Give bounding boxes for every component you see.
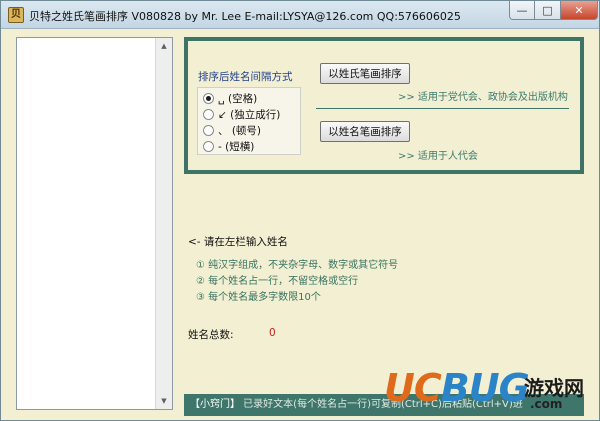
rule-item: ② 每个姓名占一行，不留空格或空行 [196, 276, 359, 287]
watermark-logo: UCBUG 游戏网 .com [384, 366, 596, 418]
watermark-uc: UC [384, 366, 442, 410]
panel-divider [316, 108, 569, 109]
radio-comma[interactable]: 、 (顿号) [203, 123, 261, 137]
radio-unselected-icon[interactable] [203, 140, 214, 152]
radio-dash[interactable]: - (短横) [203, 139, 254, 153]
sort-options-panel: 排序后姓名间隔方式 ␣ (空格) ↙ (独立成行) 、 (顿号) - (短横) … [184, 37, 584, 174]
minimize-button[interactable]: — [509, 1, 535, 20]
radio-space[interactable]: ␣ (空格) [203, 91, 257, 105]
rule-item: ③ 每个姓名最多字数限10个 [196, 292, 321, 303]
tip-tag: 【小窍门】 [190, 399, 240, 410]
input-scrollbar[interactable]: ▲ ▼ [155, 38, 172, 409]
radio-selected-icon[interactable] [203, 92, 214, 104]
app-window: 贝 贝特之姓氏笔画排序 V080828 by Mr. Lee E-mail:LY… [0, 0, 600, 421]
separator-radio-group: ␣ (空格) ↙ (独立成行) 、 (顿号) - (短横) [197, 87, 301, 155]
sort-by-name-button[interactable]: 以姓名笔画排序 [320, 121, 410, 142]
maximize-icon: □ [542, 3, 553, 17]
radio-unselected-icon[interactable] [203, 124, 214, 136]
close-icon: ✕ [574, 3, 584, 17]
sort-by-name-hint: >> 适用于人代会 [398, 151, 478, 162]
maximize-button[interactable]: □ [535, 1, 561, 20]
window-title: 贝特之姓氏笔画排序 V080828 by Mr. Lee E-mail:LYSY… [29, 10, 461, 23]
watermark-dotcom: .com [530, 397, 563, 411]
radio-newline[interactable]: ↙ (独立成行) [203, 107, 280, 121]
title-bar[interactable]: 贝 贝特之姓氏笔画排序 V080828 by Mr. Lee E-mail:LY… [1, 1, 599, 29]
scroll-up-icon[interactable]: ▲ [156, 38, 172, 54]
input-prompt: <- 请在左栏输入姓名 [188, 236, 288, 248]
name-input[interactable] [16, 37, 173, 410]
name-count-value: 0 [269, 327, 276, 339]
radio-label: ␣ (空格) [218, 92, 258, 105]
watermark-brand: UCBUG [384, 366, 530, 410]
rule-item: ① 纯汉字组成，不夹杂字母、数字或其它符号 [196, 260, 399, 271]
sort-by-surname-hint: >> 适用于党代会、政协会及出版机构 [398, 92, 568, 103]
app-icon: 贝 [8, 7, 24, 23]
radio-label: - (短横) [218, 140, 255, 153]
name-count-label: 姓名总数: [188, 329, 234, 341]
sort-by-surname-button[interactable]: 以姓氏笔画排序 [320, 63, 410, 84]
radio-label: 、 (顿号) [218, 124, 262, 137]
radio-label: ↙ (独立成行) [218, 108, 281, 121]
watermark-bug: BUG [440, 366, 530, 410]
scroll-down-icon[interactable]: ▼ [156, 393, 172, 409]
close-button[interactable]: ✕ [561, 1, 598, 20]
minimize-icon: — [516, 3, 528, 17]
radio-unselected-icon[interactable] [203, 108, 214, 120]
input-rules: ① 纯汉字组成，不夹杂字母、数字或其它符号 ② 每个姓名占一行，不留空格或空行 … [196, 256, 398, 304]
separator-group-label: 排序后姓名间隔方式 [198, 71, 293, 83]
